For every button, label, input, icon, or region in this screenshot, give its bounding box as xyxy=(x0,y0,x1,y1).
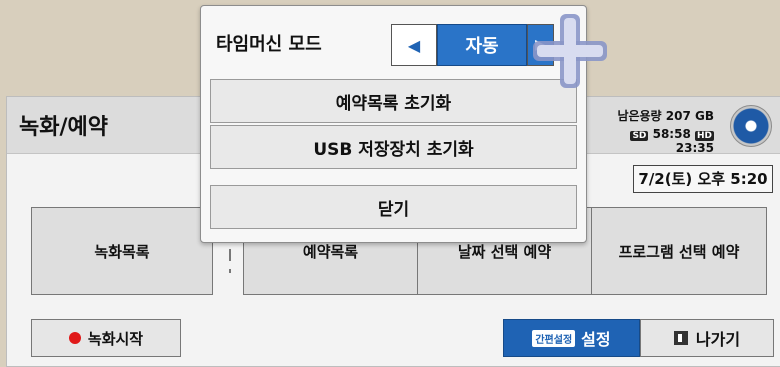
datetime-display: 7/2(토) 오후 5:20 xyxy=(633,165,773,193)
settings-button[interactable]: 간편설정 설정 xyxy=(503,319,640,357)
settings-label: 설정 xyxy=(581,330,611,349)
close-button[interactable]: 닫기 xyxy=(210,185,577,229)
exit-button[interactable]: 나가기 xyxy=(640,319,774,357)
page-title: 녹화/예약 xyxy=(19,115,108,140)
screen: 녹화/예약 남은용량 207 GB SD 58:58 HD 23:35 7/2(… xyxy=(0,0,780,367)
storage-remaining: 남은용량 207 GB xyxy=(617,109,714,123)
storage-info: 남은용량 207 GB SD 58:58 HD 23:35 xyxy=(594,107,714,155)
record-dot-icon xyxy=(68,332,81,344)
timemachine-mode-selector[interactable]: ◀ 자동 ▶ xyxy=(391,24,554,66)
tab-recordings[interactable]: 녹화목록 xyxy=(31,207,213,295)
timemachine-mode-label: 타임머신 모드 xyxy=(216,34,322,55)
disc-icon xyxy=(730,105,772,147)
mode-value[interactable]: 자동 xyxy=(437,24,527,66)
hd-time: 23:35 xyxy=(675,141,714,155)
reset-usb-button[interactable]: USB 저장장치 초기화 xyxy=(210,125,577,169)
exit-icon xyxy=(673,331,688,345)
record-start-button[interactable]: 녹화시작 xyxy=(31,319,181,357)
hd-badge: HD xyxy=(694,131,714,141)
storage-times: SD 58:58 HD 23:35 xyxy=(594,127,714,155)
reset-reservations-button[interactable]: 예약목록 초기화 xyxy=(210,79,577,123)
quick-settings-badge: 간편설정 xyxy=(532,329,576,347)
tab-program-reserve[interactable]: 프로그램 선택 예약 xyxy=(591,207,767,295)
exit-label: 나가기 xyxy=(695,330,741,349)
sd-badge: SD xyxy=(630,131,649,141)
mode-next-button[interactable]: ▶ xyxy=(527,24,554,66)
sd-time: 58:58 xyxy=(652,127,691,141)
mode-prev-button[interactable]: ◀ xyxy=(391,24,437,66)
options-popup: 타임머신 모드 ◀ 자동 ▶ 예약목록 초기화 USB 저장장치 초기화 닫기 xyxy=(200,5,587,243)
record-start-label: 녹화시작 xyxy=(87,329,144,348)
